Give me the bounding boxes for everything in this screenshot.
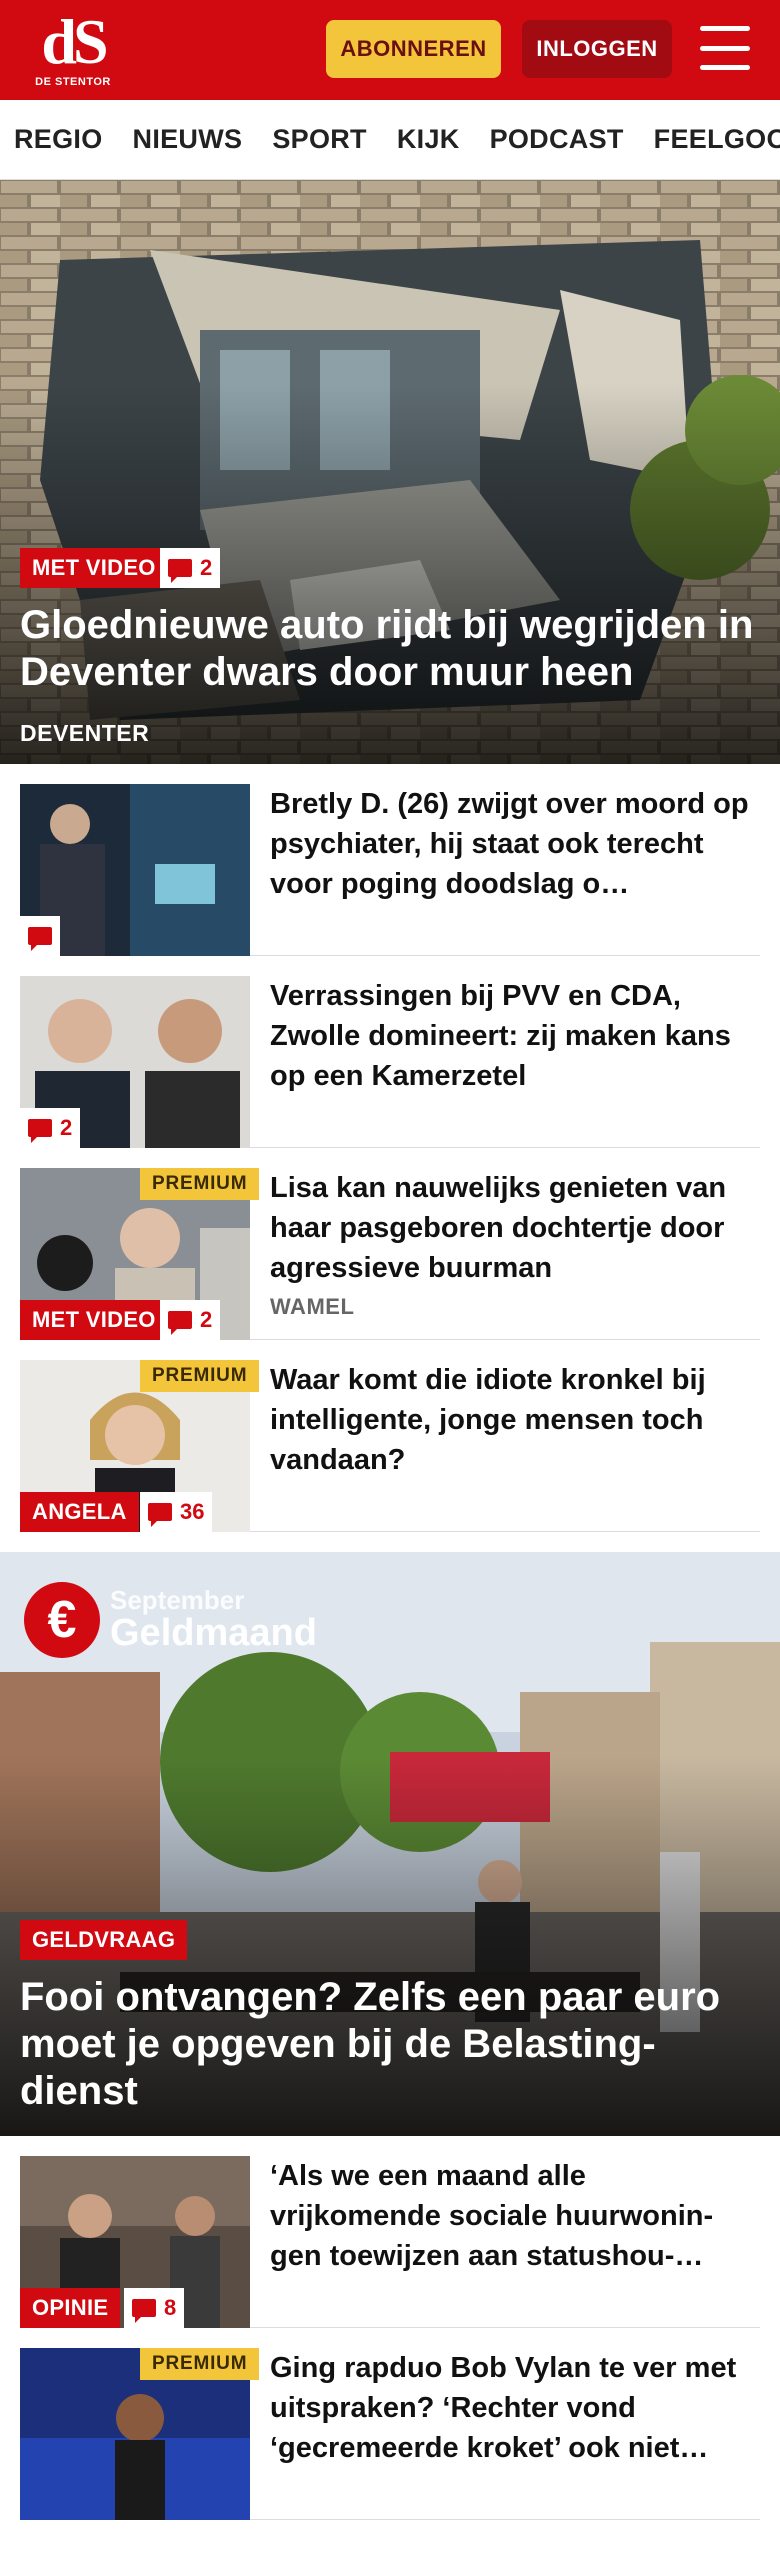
hero-location: DEVENTER [20, 720, 150, 746]
comment-icon [132, 2299, 156, 2323]
comment-icon [148, 1503, 172, 1527]
geldmaand-overlay: € September Geldmaand [24, 1580, 317, 1660]
opinion-tag: OPINIE [20, 2288, 121, 2328]
nav-item-sport[interactable]: SPORT [272, 124, 367, 155]
logo-subtitle: DE STENTOR [35, 76, 111, 88]
site-header: dS DE STENTOR ABONNEREN INLOGGEN [0, 0, 780, 100]
list-item[interactable]: 2 Verrassingen bij PVV en CDA, Zwolle do… [20, 956, 760, 1148]
article-headline[interactable]: Ging rapduo Bob Vylan te ver met uitspra… [270, 2348, 760, 2468]
comment-count-badge[interactable]: 8 [124, 2288, 185, 2328]
nav-item-podcast[interactable]: PODCAST [490, 124, 624, 155]
comment-icon [28, 1119, 52, 1143]
section-nav: REGIO NIEUWS SPORT KIJK PODCAST FEELGOOD [0, 100, 780, 180]
video-tag: MET VIDEO [20, 548, 168, 588]
hero-article-1[interactable]: MET VIDEO 2 Gloednieuwe auto rijdt bij w… [0, 180, 780, 764]
comment-count: 2 [200, 555, 213, 580]
video-tag: MET VIDEO [20, 1300, 168, 1340]
list-item[interactable]: PREMIUM MET VIDEO 2 Lisa kan nauwelijks … [20, 1148, 760, 1340]
subscribe-button[interactable]: ABONNEREN [326, 20, 501, 78]
comment-count-badge[interactable]: 2 [20, 1108, 81, 1148]
article-headline[interactable]: Verrassingen bij PVV en CDA, Zwolle domi… [270, 976, 760, 1096]
article-headline[interactable]: ‘Als we een maand alle vrijkomende socia… [270, 2156, 760, 2276]
comment-count: 8 [164, 2295, 177, 2320]
comment-count: 36 [180, 1499, 205, 1524]
hero-headline[interactable]: Fooi ontvangen? Zelfs een paar euro moet… [20, 1974, 762, 2115]
premium-badge: PREMIUM [140, 2348, 260, 2380]
overlay-month: September [110, 1585, 245, 1615]
overlay-title: Geldmaand [110, 1612, 317, 1654]
comment-icon [168, 1311, 192, 1335]
nav-item-kijk[interactable]: KIJK [397, 124, 460, 155]
hero-headline[interactable]: Gloednieuwe auto rijdt bij wegrijden in … [20, 602, 762, 696]
comment-count-badge[interactable]: 36 [140, 1492, 213, 1532]
list-item[interactable]: PREMIUM Ging rapduo Bob Vylan te ver met… [20, 2328, 760, 2520]
article-location: WAMEL [270, 1294, 355, 1319]
premium-badge: PREMIUM [140, 1360, 260, 1392]
nav-item-regio[interactable]: REGIO [14, 124, 103, 155]
logo[interactable]: dS DE STENTOR [28, 6, 118, 92]
list-item[interactable]: OPINIE 8 ‘Als we een maand alle vrijkome… [20, 2136, 760, 2328]
list-item[interactable]: Bretly D. (26) zwijgt over moord op psyc… [20, 764, 760, 956]
premium-badge: PREMIUM [140, 1168, 260, 1200]
comment-count-badge[interactable]: 2 [160, 548, 221, 588]
comment-count: 2 [200, 1307, 213, 1332]
hero-article-2[interactable]: € September Geldmaand GELDVRAAG Fooi ont… [0, 1552, 780, 2136]
comment-count: 2 [60, 1115, 73, 1140]
article-headline[interactable]: Bretly D. (26) zwijgt over moord op psyc… [270, 784, 760, 904]
euro-icon: € [24, 1582, 100, 1658]
logo-mark: dS [41, 6, 108, 77]
author-tag: ANGELA [20, 1492, 139, 1532]
article-headline[interactable]: Lisa kan nauwelijks genieten van haar pa… [270, 1168, 760, 1288]
list-item[interactable]: PREMIUM ANGELA 36 Waar komt die idiote k… [20, 1340, 760, 1532]
nav-item-feelgood[interactable]: FEELGOOD [654, 124, 780, 155]
comment-count-badge[interactable]: 2 [160, 1300, 221, 1340]
category-tag: GELDVRAAG [20, 1920, 188, 1960]
comment-count-badge[interactable] [20, 916, 60, 956]
nav-item-nieuws[interactable]: NIEUWS [133, 124, 243, 155]
login-button[interactable]: INLOGGEN [522, 20, 672, 78]
hamburger-menu-icon[interactable] [700, 26, 750, 70]
comment-icon [28, 927, 52, 951]
article-headline[interactable]: Waar komt die idiote kronkel bij intelli… [270, 1360, 760, 1480]
comment-icon [168, 559, 192, 583]
